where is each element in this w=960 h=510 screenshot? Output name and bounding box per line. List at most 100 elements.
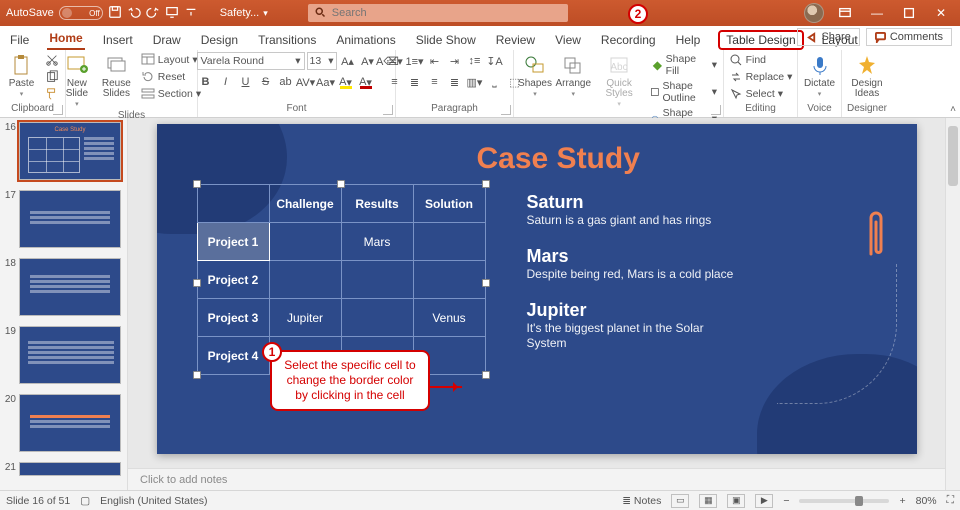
table-header[interactable]: Results (341, 185, 413, 223)
tab-table-design[interactable]: Table Design (718, 30, 803, 50)
highlight-color-button[interactable]: A▾ (337, 73, 355, 91)
table-cell[interactable]: Project 2 (197, 261, 269, 299)
tab-recording[interactable]: Recording (599, 30, 658, 50)
find-button[interactable]: Find (727, 52, 795, 68)
slide-thumb-18[interactable] (19, 258, 121, 316)
slide-thumb-19[interactable] (19, 326, 121, 384)
table-cell[interactable]: Mars (341, 223, 413, 261)
slide-thumb-20[interactable] (19, 394, 121, 452)
shape-outline-button[interactable]: Shape Outline ▾ (648, 79, 719, 105)
document-title[interactable]: Safety...▾ (220, 7, 268, 19)
search-input[interactable] (332, 7, 562, 19)
decrease-indent-button[interactable]: ⇤ (426, 52, 444, 70)
table-cell[interactable] (269, 223, 341, 261)
slide-thumb-17[interactable] (19, 190, 121, 248)
slide-title[interactable]: Case Study (477, 142, 640, 176)
table-cell[interactable] (413, 223, 485, 261)
tab-file[interactable]: File (8, 30, 31, 50)
scrollbar-thumb[interactable] (948, 126, 958, 186)
slide-thumb-21[interactable] (19, 462, 121, 476)
fit-to-window-button[interactable]: ⛶ (947, 494, 954, 507)
close-button[interactable]: ✕ (930, 4, 952, 22)
notes-pane[interactable]: Click to add notes (128, 468, 945, 490)
slide-thumb-16[interactable]: Case Study (19, 122, 121, 180)
reuse-slides-button[interactable]: Reuse Slides (98, 52, 135, 101)
autosave-toggle[interactable]: Off (59, 6, 103, 20)
italic-button[interactable]: I (217, 73, 235, 91)
align-right-button[interactable]: ≡ (426, 73, 444, 91)
numbering-button[interactable]: 1≡▾ (406, 52, 424, 70)
paragraph-launcher[interactable] (501, 105, 511, 115)
table-cell[interactable] (269, 261, 341, 299)
select-button[interactable]: Select ▾ (727, 86, 795, 102)
shape-fill-button[interactable]: Shape Fill ▾ (648, 52, 719, 78)
slide-text-column[interactable]: Saturn Saturn is a gas giant and has rin… (527, 184, 747, 351)
slide-canvas[interactable]: Case Study Challenge Results Solution (128, 118, 945, 468)
account-avatar[interactable] (804, 3, 824, 23)
notes-toggle[interactable]: ≣ Notes (622, 495, 661, 507)
tab-design[interactable]: Design (199, 30, 240, 50)
table-header-empty[interactable] (197, 185, 269, 223)
table-container[interactable]: Challenge Results Solution Project 1 Mar… (197, 184, 486, 375)
view-sorter-button[interactable]: ▦ (699, 494, 717, 508)
increase-indent-button[interactable]: ⇥ (446, 52, 464, 70)
shadow-button[interactable]: ab (277, 73, 295, 91)
font-launcher[interactable] (383, 105, 393, 115)
align-text-button[interactable]: ⎵ (486, 73, 504, 91)
format-painter-button[interactable] (43, 86, 61, 102)
arrange-button[interactable]: Arrange▾ (556, 52, 590, 100)
tab-transitions[interactable]: Transitions (256, 30, 318, 50)
zoom-level[interactable]: 80% (916, 495, 937, 507)
copy-button[interactable] (43, 69, 61, 85)
paste-button[interactable]: Paste▾ (5, 52, 39, 100)
tab-view[interactable]: View (553, 30, 583, 50)
redo-icon[interactable] (146, 5, 160, 22)
maximize-button[interactable] (898, 4, 920, 22)
layout-button[interactable]: Layout ▾ (139, 52, 203, 68)
table-cell[interactable]: Jupiter (269, 299, 341, 337)
language-indicator[interactable]: English (United States) (100, 495, 207, 507)
table-cell[interactable]: Project 3 (197, 299, 269, 337)
zoom-in-button[interactable]: + (899, 495, 905, 507)
table-cell[interactable]: Venus (413, 299, 485, 337)
table-cell[interactable] (341, 299, 413, 337)
tab-draw[interactable]: Draw (151, 30, 183, 50)
replace-button[interactable]: Replace ▾ (727, 69, 795, 85)
dictate-button[interactable]: Dictate▾ (800, 52, 839, 100)
zoom-slider[interactable] (799, 499, 889, 503)
undo-icon[interactable] (127, 5, 141, 22)
char-spacing-button[interactable]: AV▾ (297, 73, 315, 91)
ribbon-display-icon[interactable] (834, 4, 856, 22)
quick-styles-button[interactable]: AbcQuick Styles▾ (594, 52, 643, 110)
decrease-font-icon[interactable]: A▾ (359, 52, 377, 70)
tab-slideshow[interactable]: Slide Show (414, 30, 478, 50)
save-icon[interactable] (108, 5, 122, 22)
collapse-ribbon-icon[interactable]: ˄ (950, 104, 956, 115)
case-study-table[interactable]: Challenge Results Solution Project 1 Mar… (197, 184, 486, 375)
columns-button[interactable]: ▥▾ (466, 73, 484, 91)
justify-button[interactable]: ≣ (446, 73, 464, 91)
font-name-combo[interactable]: Varela Round▾ (197, 52, 305, 70)
increase-font-icon[interactable]: A▴ (339, 52, 357, 70)
minimize-button[interactable]: — (866, 4, 888, 22)
bold-button[interactable]: B (197, 73, 215, 91)
share-button[interactable]: Share (797, 28, 859, 46)
design-ideas-button[interactable]: Design Ideas (846, 52, 888, 101)
view-reading-button[interactable]: ▣ (727, 494, 745, 508)
start-from-beginning-icon[interactable] (165, 5, 179, 22)
font-size-combo[interactable]: 13▾ (307, 52, 337, 70)
strikethrough-button[interactable]: S (257, 73, 275, 91)
shapes-button[interactable]: Shapes▾ (518, 52, 552, 100)
font-color-button[interactable]: A▾ (357, 73, 375, 91)
change-case-button[interactable]: Aa▾ (317, 73, 335, 91)
bullets-button[interactable]: ≔▾ (386, 52, 404, 70)
underline-button[interactable]: U (237, 73, 255, 91)
table-header[interactable]: Challenge (269, 185, 341, 223)
search-box[interactable] (308, 4, 568, 22)
tab-help[interactable]: Help (674, 30, 703, 50)
comments-button[interactable]: Comments (866, 28, 952, 46)
accessibility-icon[interactable]: ▢ (80, 495, 90, 507)
view-normal-button[interactable]: ▭ (671, 494, 689, 508)
tab-insert[interactable]: Insert (101, 30, 135, 50)
slide-counter[interactable]: Slide 16 of 51 (6, 495, 70, 507)
